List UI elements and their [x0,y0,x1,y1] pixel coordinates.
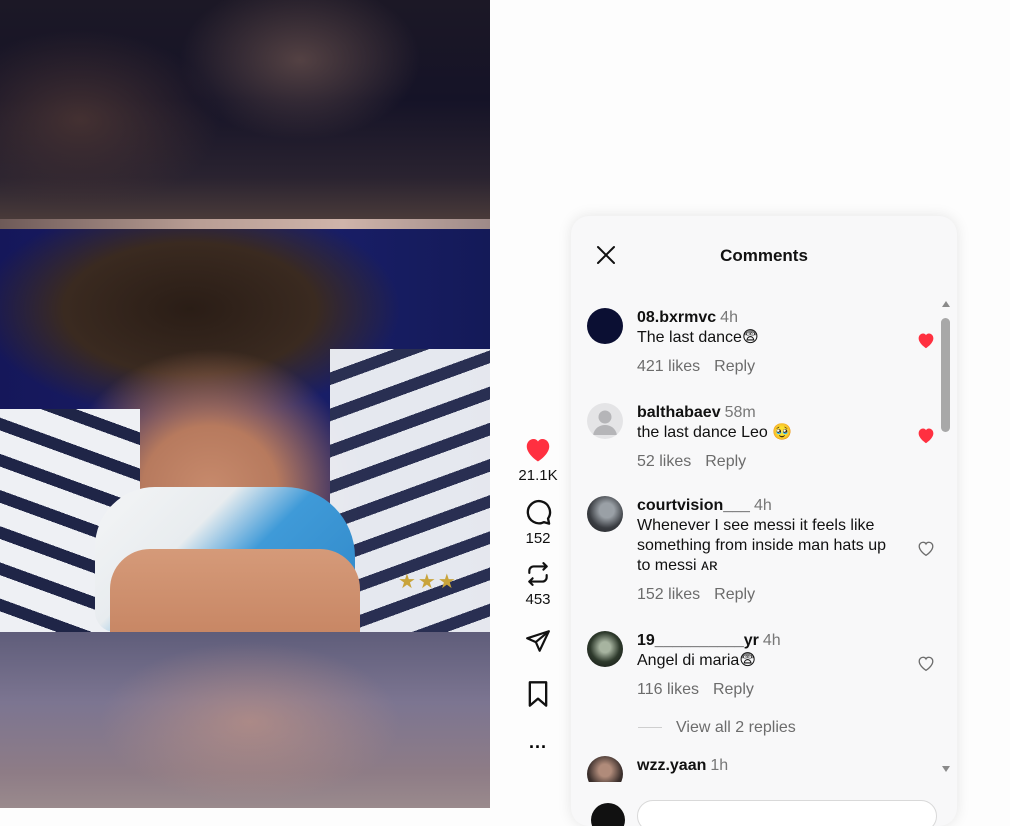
heart-filled-icon[interactable] [916,331,936,349]
comment-likes[interactable]: 52 likes [637,453,691,470]
current-user-avatar [591,803,625,826]
comment-time: 4h [720,309,738,326]
avatar[interactable] [587,403,623,439]
reply-button[interactable]: Reply [713,681,754,698]
comment-time: 4h [762,632,781,649]
comment-username[interactable]: wzz.yaan [637,757,706,774]
comment-likes[interactable]: 116 likes [637,681,699,698]
heart-outline-icon[interactable] [916,654,936,672]
avatar[interactable] [587,308,623,344]
comment-button[interactable]: 152 [524,498,552,547]
comment-username[interactable]: 19__________yr [637,632,759,649]
video-frame-border [0,219,490,229]
like-count: 21.1K [518,467,558,484]
comment-time: 4h [753,497,772,514]
like-button[interactable]: 21.1K [518,435,558,484]
avatar[interactable] [587,631,623,667]
action-rail: 21.1K 152 453 ... [506,435,570,753]
comment-text: The last dance😨 [637,329,759,346]
comments-panel: Comments 08.bxrmvc 4h The last dance😨 421… [571,216,957,826]
scroll-up-arrow-icon[interactable] [941,300,951,308]
repost-icon [528,562,548,586]
comment-likes[interactable]: 152 likes [637,586,700,603]
comment-time: 58m [724,404,756,421]
comment-item: wzz.yaan 1h [587,756,927,782]
comment-input[interactable] [637,800,937,826]
comment-bubble-icon [526,499,552,525]
video-blurred-background-bottom [0,632,490,808]
comment-text: Whenever I see messi it feels like somet… [637,517,887,574]
heart-outline-icon[interactable] [916,539,936,557]
jersey-stars: ★★★ [398,571,458,593]
video-frame: ★★★ [0,229,490,632]
more-icon: ... [528,732,547,752]
share-button[interactable] [524,628,552,654]
comment-time: 1h [710,757,729,774]
scroll-down-arrow-icon[interactable] [941,765,951,773]
heart-filled-icon[interactable] [916,426,936,444]
comment-username[interactable]: 08.bxrmvc [637,309,716,326]
avatar[interactable] [587,496,623,532]
comment-text: the last dance Leo 🥹 [637,424,793,441]
comment-username[interactable]: balthabaev [637,404,721,421]
heart-filled-icon [526,439,550,462]
comment-username[interactable]: courtvision___ [637,497,750,514]
save-button[interactable] [526,680,550,708]
reply-button[interactable]: Reply [714,358,755,375]
video-blurred-background-top [0,0,490,222]
reply-button[interactable]: Reply [705,453,746,470]
comment-likes[interactable]: 421 likes [637,358,700,375]
more-options-button[interactable]: ... [529,732,547,753]
comment-count: 152 [525,530,551,547]
comment-text: Angel di maria😨 [637,652,756,669]
reply-button[interactable]: Reply [714,586,755,603]
avatar[interactable] [587,756,623,782]
panel-title: Comments [720,246,808,265]
view-replies-button[interactable]: View all 2 replies [638,719,796,737]
paper-plane-icon [526,630,550,652]
bookmark-icon [528,681,548,707]
scrollbar-thumb[interactable] [941,318,950,432]
video-player[interactable]: ★★★ [0,0,490,808]
repost-count: 453 [525,591,551,608]
repost-button[interactable]: 453 [525,561,551,608]
default-avatar-icon [593,410,617,435]
hands [110,549,360,632]
